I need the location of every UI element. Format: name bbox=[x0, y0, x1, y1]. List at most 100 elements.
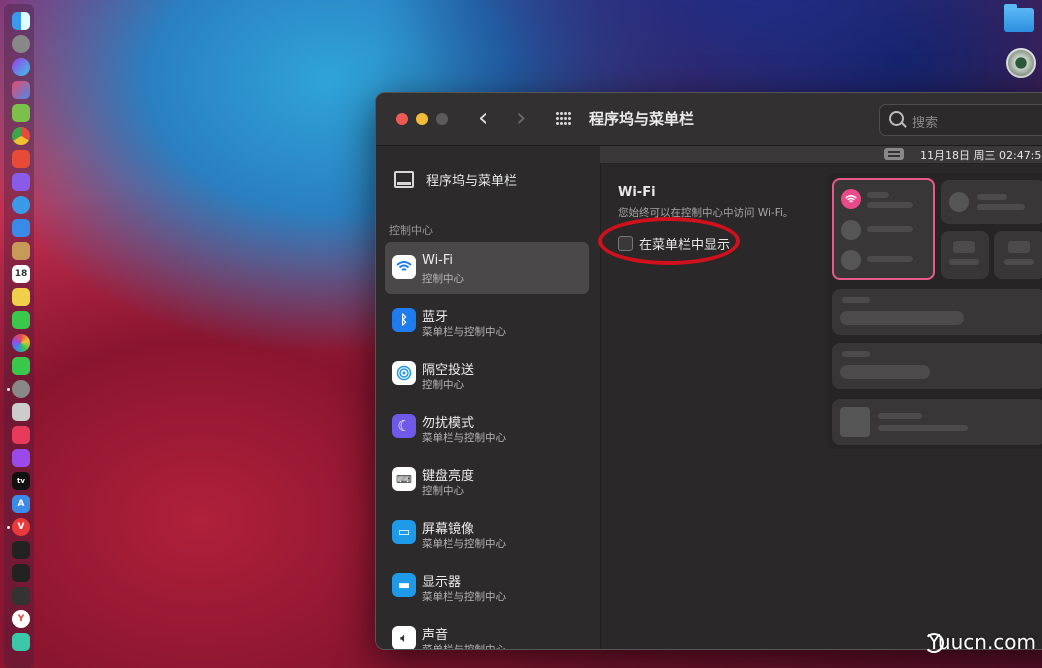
control-center-preview bbox=[828, 173, 1042, 449]
sidebar-item-sublabel: 控制中心 bbox=[422, 485, 464, 497]
app-icon-purple[interactable] bbox=[12, 173, 30, 191]
app-icon-red[interactable] bbox=[12, 150, 30, 168]
placeholder-bar bbox=[949, 259, 979, 265]
sidebar-item-keyboard-brightness[interactable]: ⌨ 键盘亮度 控制中心 bbox=[385, 454, 589, 506]
sidebar-item-label: 屏幕镜像 bbox=[422, 522, 475, 537]
placeholder-bar bbox=[1004, 259, 1034, 265]
forward-arrow-icon[interactable]: › bbox=[516, 105, 526, 131]
close-button[interactable] bbox=[396, 113, 408, 125]
sidebar-item-sublabel: 控制中心 bbox=[422, 273, 464, 285]
placeholder-bar bbox=[867, 226, 913, 232]
sidebar-item-sound[interactable]: 🔈︎ 声音 菜单栏与控制中心 bbox=[385, 613, 589, 649]
system-preferences-window: ‹ › 程序坞与菜单栏 搜索 程序坞与菜单栏 控制中心 Wi-Fi 控制中心 ᛒ bbox=[375, 92, 1042, 650]
facetime-icon[interactable] bbox=[12, 357, 30, 375]
chrome-icon[interactable] bbox=[12, 127, 30, 145]
sidebar-item-label: Wi-Fi bbox=[422, 253, 454, 268]
sidebar-item-bluetooth[interactable]: ᛒ 蓝牙 菜单栏与控制中心 bbox=[385, 295, 589, 347]
notes-icon[interactable] bbox=[12, 288, 30, 306]
mail-icon[interactable] bbox=[12, 219, 30, 237]
calendar-icon[interactable]: 18 bbox=[12, 265, 30, 283]
app-icon-teal[interactable] bbox=[12, 633, 30, 651]
sidebar-item-label: 蓝牙 bbox=[422, 310, 449, 325]
zoom-button[interactable] bbox=[436, 113, 448, 125]
bluetooth-icon: ᛒ bbox=[392, 308, 416, 332]
keyboard-brightness-icon: ⌨ bbox=[392, 467, 416, 491]
desktop-app-icon[interactable] bbox=[1006, 48, 1036, 78]
sidebar-item-airdrop[interactable]: 隔空投送 控制中心 bbox=[385, 348, 589, 400]
placeholder-bar bbox=[867, 202, 913, 208]
photos-icon[interactable] bbox=[12, 334, 30, 352]
sidebar-item-wifi[interactable]: Wi-Fi 控制中心 bbox=[385, 242, 589, 294]
menubar-clock: 11月18日 周三 02:47:59 bbox=[920, 149, 1042, 162]
podcasts-icon[interactable] bbox=[12, 449, 30, 467]
search-icon bbox=[889, 111, 904, 126]
dock-icon bbox=[394, 171, 414, 188]
section-title: Wi-Fi bbox=[618, 185, 656, 200]
moon-icon: ☾ bbox=[392, 414, 416, 438]
sidebar-item-sublabel: 菜单栏与控制中心 bbox=[422, 538, 506, 550]
sidebar: 程序坞与菜单栏 控制中心 Wi-Fi 控制中心 ᛒ 蓝牙 菜单栏与控制中心 隔空… bbox=[376, 146, 601, 649]
placeholder-bar bbox=[1008, 241, 1030, 253]
placeholder-bar bbox=[977, 204, 1025, 210]
dock: 18 tv A V Y bbox=[4, 4, 34, 668]
now-playing-module bbox=[832, 399, 1042, 445]
running-indicator bbox=[7, 526, 10, 529]
display-module bbox=[832, 289, 1042, 335]
sidebar-item-sublabel: 控制中心 bbox=[422, 379, 464, 391]
search-field[interactable]: 搜索 bbox=[879, 104, 1042, 136]
contacts-icon[interactable] bbox=[12, 242, 30, 260]
terminal-icon[interactable] bbox=[12, 541, 30, 559]
show-all-grid-icon[interactable] bbox=[556, 112, 572, 126]
wifi-icon bbox=[392, 255, 416, 279]
placeholder-bar bbox=[878, 413, 922, 419]
sidebar-item-label: 隔空投送 bbox=[422, 363, 475, 378]
placeholder-bar bbox=[867, 256, 913, 262]
minimize-button[interactable] bbox=[416, 113, 428, 125]
airdrop-placeholder bbox=[841, 250, 861, 270]
system-preferences-icon[interactable] bbox=[12, 380, 30, 398]
keyboard-module bbox=[941, 231, 989, 279]
finder-icon[interactable] bbox=[12, 12, 30, 30]
dnd-placeholder bbox=[949, 192, 969, 212]
android-studio-icon[interactable] bbox=[12, 104, 30, 122]
safari-icon[interactable] bbox=[12, 196, 30, 214]
wifi-icon bbox=[841, 189, 861, 209]
sidebar-item-label: 键盘亮度 bbox=[422, 469, 475, 484]
app-store-icon[interactable]: A bbox=[12, 495, 30, 513]
tv-icon[interactable]: tv bbox=[12, 472, 30, 490]
sidebar-item-dock-menubar[interactable]: 程序坞与菜单栏 bbox=[394, 170, 517, 189]
dnd-module bbox=[941, 180, 1042, 224]
placeholder-bar bbox=[840, 365, 930, 379]
screen-mirroring-icon: ▭ bbox=[392, 520, 416, 544]
launchpad-icon[interactable] bbox=[12, 35, 30, 53]
sidebar-item-sublabel: 菜单栏与控制中心 bbox=[422, 326, 506, 338]
title-bar: ‹ › 程序坞与菜单栏 搜索 bbox=[376, 93, 1042, 146]
sidebar-item-display[interactable]: ▬ 显示器 菜单栏与控制中心 bbox=[385, 560, 589, 612]
launchpad-grid-icon[interactable] bbox=[12, 81, 30, 99]
back-arrow-icon[interactable]: ‹ bbox=[478, 105, 488, 131]
messages-icon[interactable] bbox=[12, 311, 30, 329]
sidebar-item-sublabel: 菜单栏与控制中心 bbox=[422, 432, 506, 444]
annotation-circle bbox=[598, 217, 740, 265]
network-module-highlight bbox=[832, 178, 935, 280]
music-icon[interactable] bbox=[12, 426, 30, 444]
control-center-icon bbox=[884, 148, 904, 160]
running-indicator bbox=[7, 388, 10, 391]
console-icon[interactable] bbox=[12, 587, 30, 605]
bluetooth-placeholder bbox=[841, 220, 861, 240]
speaker-icon: 🔈︎ bbox=[392, 626, 416, 649]
sidebar-item-screen-mirroring[interactable]: ▭ 屏幕镜像 菜单栏与控制中心 bbox=[385, 507, 589, 559]
placeholder-bar bbox=[842, 297, 870, 303]
siri-icon[interactable] bbox=[12, 58, 30, 76]
sidebar-item-do-not-disturb[interactable]: ☾ 勿扰模式 菜单栏与控制中心 bbox=[385, 401, 589, 453]
sidebar-item-label: 声音 bbox=[422, 628, 449, 643]
placeholder-bar bbox=[878, 425, 968, 431]
yandex-icon[interactable]: Y bbox=[12, 610, 30, 628]
window-title: 程序坞与菜单栏 bbox=[589, 110, 695, 128]
sidebar-item-sublabel: 菜单栏与控制中心 bbox=[422, 591, 506, 603]
folder-icon[interactable] bbox=[1004, 4, 1034, 32]
activity-monitor-icon[interactable] bbox=[12, 564, 30, 582]
preview-icon[interactable] bbox=[12, 403, 30, 421]
vivaldi-icon[interactable]: V bbox=[12, 518, 30, 536]
search-placeholder: 搜索 bbox=[912, 116, 939, 131]
